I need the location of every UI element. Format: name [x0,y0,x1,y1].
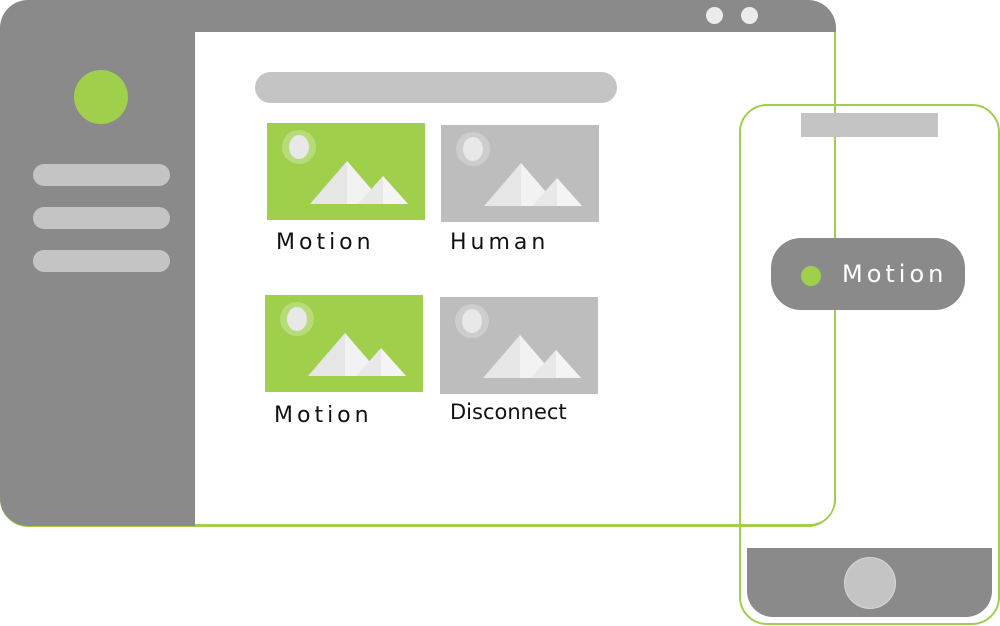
camera-label: Motion [276,230,375,255]
camera-thumbnail-motion-1[interactable] [267,123,425,220]
image-placeholder-icon [441,125,599,222]
window-control-button[interactable] [706,7,723,24]
camera-thumbnail-human[interactable] [441,125,599,222]
camera-label: Human [450,230,550,255]
camera-thumbnail-motion-2[interactable] [265,295,423,392]
avatar[interactable] [74,70,128,124]
camera-label: Disconnect [450,400,567,424]
sidebar-item-2[interactable] [33,207,170,229]
status-dot-icon [801,266,821,286]
image-placeholder-icon [267,123,425,220]
notification-label: Motion [842,260,948,288]
sidebar-item-1[interactable] [33,164,170,186]
image-placeholder-icon [265,295,423,392]
camera-thumbnail-disconnect[interactable] [440,297,598,394]
home-button[interactable] [844,557,896,609]
phone-speaker [801,113,938,137]
motion-notification[interactable]: Motion [771,238,965,310]
window-control-button[interactable] [741,7,758,24]
image-placeholder-icon [440,297,598,394]
search-bar[interactable] [255,72,617,103]
sidebar-item-3[interactable] [33,250,170,272]
camera-label: Motion [274,403,373,428]
phone-frame [739,104,1000,625]
